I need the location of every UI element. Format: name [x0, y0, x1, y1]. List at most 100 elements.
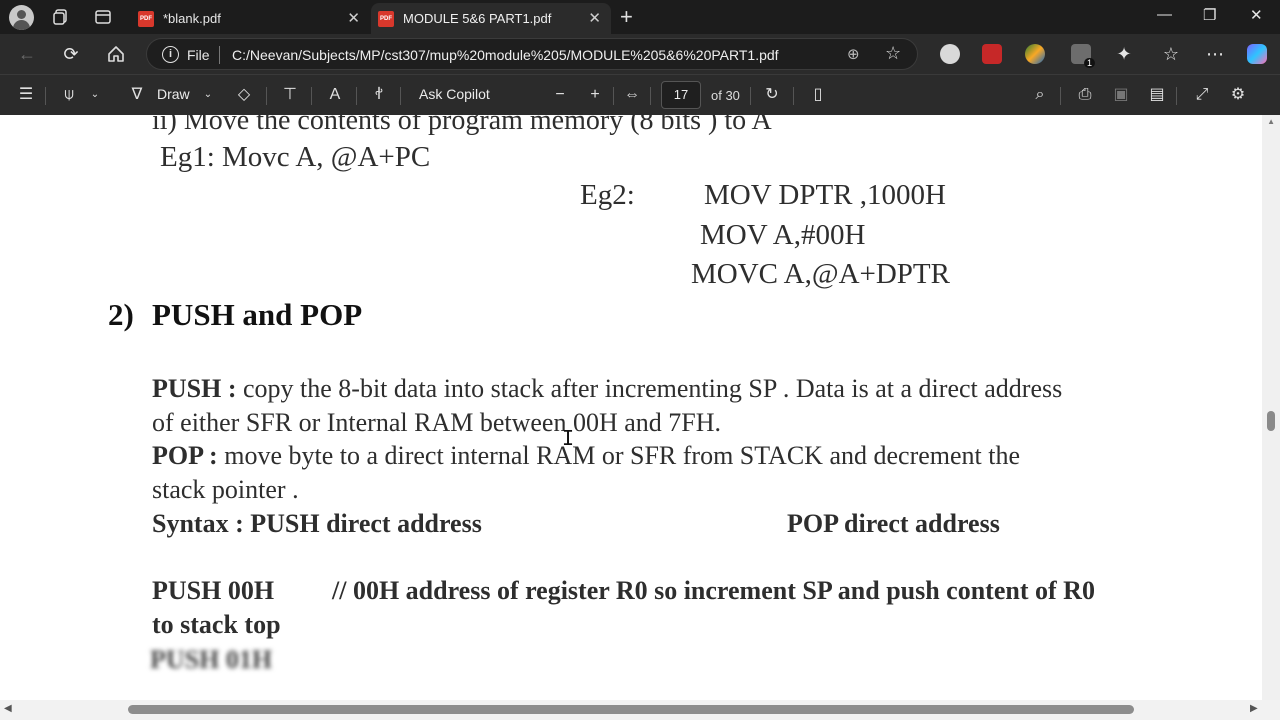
example-2-line-3: MOVC A,@A+DPTR	[691, 258, 950, 290]
address-bar[interactable]: i File C:/Neevan/Subjects/MP/cst307/mup%…	[146, 38, 918, 70]
cut-off-heading: ii) Move the contents of program memory …	[152, 115, 772, 136]
draw-pen-icon[interactable]: ∇	[127, 85, 147, 105]
avatar-body	[13, 20, 30, 30]
section-title: PUSH and POP	[152, 297, 363, 332]
translate-icon[interactable]: ꬷ	[369, 85, 389, 105]
minimize-button[interactable]: —	[1157, 6, 1172, 23]
extension-icon[interactable]: 1	[1071, 44, 1095, 68]
pdf-viewport[interactable]: ii) Move the contents of program memory …	[0, 115, 1280, 705]
contents-list-icon[interactable]: ☰	[16, 85, 36, 105]
example-2-line-1: MOV DPTR ,1000H	[704, 179, 946, 211]
page-view-icon[interactable]: ▯	[808, 85, 828, 105]
extension-icon[interactable]	[1025, 44, 1045, 64]
eraser-icon[interactable]: ◇	[234, 85, 254, 105]
print-icon[interactable]: ⎙	[1075, 85, 1095, 105]
page-number-input[interactable]: 17	[661, 81, 701, 109]
rotate-icon[interactable]: ↻	[762, 85, 782, 105]
blurred-next-line: PUSH 01H	[150, 645, 273, 674]
zoom-icon[interactable]: ⊕	[847, 45, 860, 63]
horizontal-scroll-thumb[interactable]	[128, 705, 1134, 714]
scroll-right-icon[interactable]: ▶	[1250, 703, 1258, 714]
extensions-puzzle-icon[interactable]: ✦	[1113, 43, 1135, 65]
divider	[1176, 87, 1177, 105]
text-cursor-icon: I	[562, 426, 575, 450]
zoom-out-icon[interactable]: −	[550, 85, 570, 105]
push-description: copy the 8-bit data into stack after inc…	[236, 374, 1063, 403]
push-term: PUSH :	[152, 374, 237, 403]
pdf-toolbar: ☰ ⍦ ⌄ ∇ Draw ⌄ ◇ ⊤ A ꬷ Ask Copilot − + ⇔…	[0, 74, 1280, 115]
address-bar-row: ← ⟳ i File C:/Neevan/Subjects/MP/cst307/…	[0, 34, 1280, 74]
avatar-head	[17, 10, 26, 19]
add-text-icon[interactable]: ⊤	[280, 85, 300, 105]
push-definition-line-1: PUSH : copy the 8-bit data into stack af…	[152, 374, 1062, 404]
divider	[311, 87, 312, 105]
divider	[613, 87, 614, 105]
back-arrow-icon[interactable]: ←	[16, 43, 38, 65]
divider	[219, 46, 220, 64]
save-as-icon[interactable]: ▤	[1147, 85, 1167, 105]
new-tab-button[interactable]: +	[620, 4, 633, 30]
pdf-page: ii) Move the contents of program memory …	[0, 115, 1262, 705]
extension-icon[interactable]	[940, 44, 960, 64]
tab-title: MODULE 5&6 PART1.pdf	[403, 11, 552, 26]
pop-definition-line-1: POP : move byte to a direct internal RAM…	[152, 441, 1020, 471]
highlight-icon[interactable]: ⍦	[59, 85, 79, 105]
profile-avatar[interactable]	[9, 5, 34, 30]
favorites-icon[interactable]: ☆	[1160, 43, 1182, 65]
close-window-button[interactable]: ✕	[1250, 6, 1263, 24]
syntax-push: Syntax : PUSH direct address	[152, 509, 482, 538]
chevron-down-icon[interactable]: ⌄	[198, 85, 218, 105]
divider	[45, 87, 46, 105]
restore-button[interactable]: ❐	[1203, 6, 1216, 24]
workspaces-icon[interactable]	[52, 8, 70, 26]
close-tab-icon[interactable]: ✕	[347, 9, 360, 27]
tab-module-pdf[interactable]: PDF MODULE 5&6 PART1.pdf ✕	[371, 3, 611, 34]
copilot-icon[interactable]	[1247, 44, 1267, 64]
close-tab-icon[interactable]: ✕	[588, 9, 601, 27]
url-text[interactable]: C:/Neevan/Subjects/MP/cst307/mup%20modul…	[232, 47, 779, 63]
example-comment-continued: to stack top	[152, 610, 281, 639]
pop-description: move byte to a direct internal RAM or SF…	[217, 441, 1021, 470]
divider	[356, 87, 357, 105]
draw-label[interactable]: Draw	[157, 86, 190, 102]
page-total: of 30	[711, 88, 740, 103]
fit-to-width-icon[interactable]: ⇔	[622, 85, 642, 105]
fullscreen-icon[interactable]: ⤢	[1192, 85, 1212, 105]
scroll-left-icon[interactable]: ◀	[4, 703, 12, 714]
save-icon[interactable]: ▣	[1111, 85, 1131, 105]
ask-copilot-button[interactable]: Ask Copilot	[419, 86, 490, 102]
example-comment: // 00H address of register R0 so increme…	[332, 576, 1095, 605]
tab-actions-icon[interactable]	[94, 8, 112, 26]
syntax-pop: POP direct address	[787, 509, 1000, 538]
extension-badge: 1	[1083, 58, 1095, 68]
example-instruction: PUSH 00H	[152, 576, 275, 605]
pop-term: POP :	[152, 441, 218, 470]
refresh-icon[interactable]: ⟳	[60, 43, 82, 65]
more-menu-icon[interactable]: ⋯	[1204, 43, 1226, 65]
settings-gear-icon[interactable]: ⚙	[1228, 85, 1248, 105]
divider	[266, 87, 267, 105]
search-icon[interactable]: ⌕	[1030, 85, 1050, 105]
push-definition-line-2: of either SFR or Internal RAM between 00…	[152, 408, 722, 437]
zoom-in-icon[interactable]: +	[585, 85, 605, 105]
example-2-label: Eg2:	[580, 179, 635, 211]
example-2-line-2: MOV A,#00H	[700, 219, 866, 251]
pdf-extension-icon[interactable]	[982, 44, 1002, 64]
chevron-down-icon[interactable]: ⌄	[85, 85, 105, 105]
site-info-icon[interactable]: i	[162, 46, 179, 63]
favorite-star-icon[interactable]: ☆	[885, 43, 901, 64]
vertical-scroll-thumb[interactable]	[1267, 411, 1275, 431]
horizontal-scrollbar[interactable]: ◀ ▶	[0, 700, 1280, 720]
home-icon[interactable]	[105, 43, 127, 65]
pdf-icon: PDF	[378, 10, 394, 27]
scheme-label: File	[187, 47, 210, 63]
vertical-scrollbar[interactable]: ▲	[1262, 115, 1280, 705]
tab-title: *blank.pdf	[163, 11, 221, 26]
read-aloud-icon[interactable]: A	[325, 85, 345, 105]
divider	[793, 87, 794, 105]
pop-definition-line-2: stack pointer .	[152, 475, 299, 504]
section-number: 2)	[108, 297, 134, 332]
tab-blank-pdf[interactable]: PDF *blank.pdf ✕	[128, 3, 370, 34]
divider	[750, 87, 751, 105]
scroll-up-icon[interactable]: ▲	[1267, 117, 1275, 126]
